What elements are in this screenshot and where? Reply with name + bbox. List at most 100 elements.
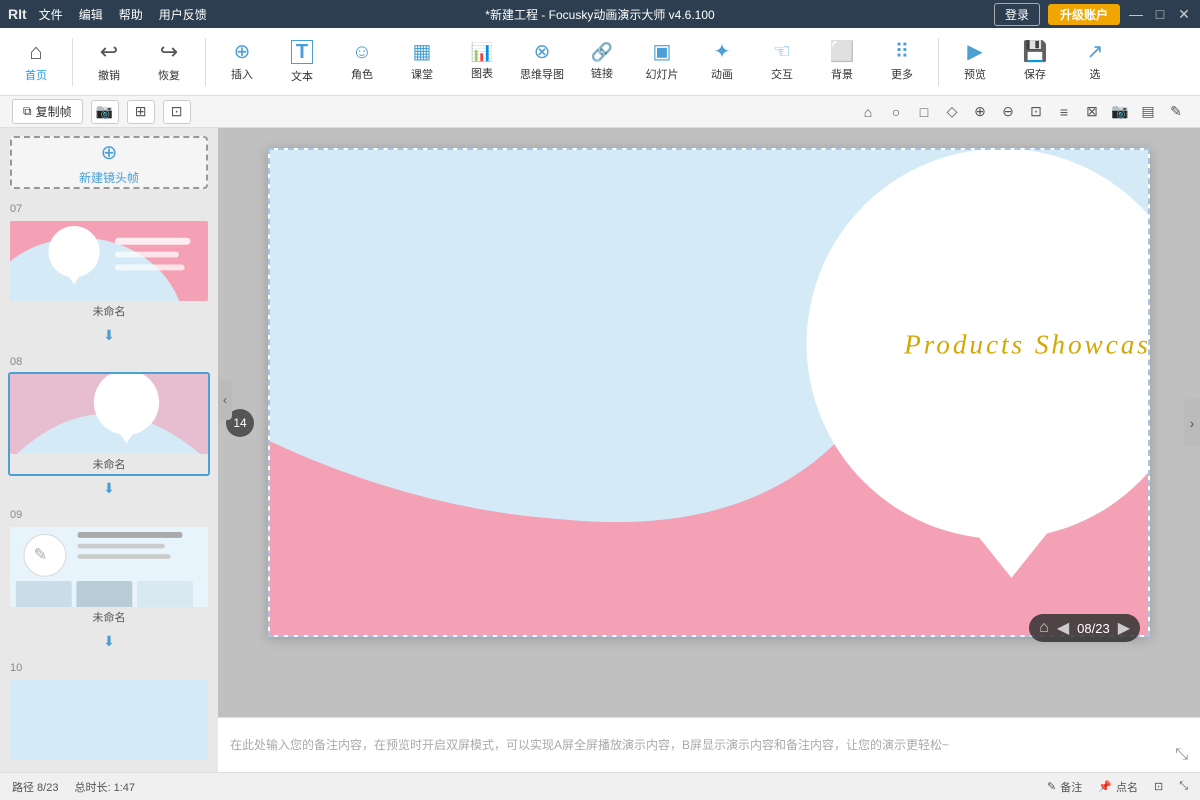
slide-connector-07: ⬇ — [0, 325, 218, 346]
toolbar-insert[interactable]: ⊕ 插入 — [214, 32, 270, 92]
select-icon: ↗ — [1087, 42, 1104, 62]
square-tool-icon[interactable]: □ — [912, 100, 936, 124]
title-bar-right: 登录 升级账户 — □ ✕ — [994, 3, 1192, 26]
expand-button[interactable]: ⤡ — [1179, 780, 1188, 793]
slide-group-07: 07 未命名 — [0, 197, 218, 350]
playback-prev-icon[interactable]: ◀ — [1057, 618, 1069, 638]
login-button[interactable]: 登录 — [994, 3, 1040, 26]
expand-icon: ⤡ — [1179, 780, 1188, 793]
title-bar-menu: 文件 编辑 帮助 用户反馈 — [39, 6, 207, 23]
note-icon: ✎ — [1047, 780, 1056, 793]
circle-tool-icon[interactable]: ○ — [884, 100, 908, 124]
menu-feedback[interactable]: 用户反馈 — [159, 6, 207, 23]
text-icon: T — [291, 40, 313, 64]
pin-button[interactable]: 📌 点名 — [1098, 779, 1138, 795]
minimize-button[interactable]: — — [1128, 6, 1144, 22]
canvas-content: 14 Products Showcase — [218, 128, 1200, 717]
notes-placeholder[interactable]: 在此处输入您的备注内容，在预览时开启双屏模式，可以实现A屏全屏播放演示内容，B屏… — [230, 736, 949, 754]
title-bar: RIt 文件 编辑 帮助 用户反馈 *新建工程 - Focusky动画演示大师 … — [0, 0, 1200, 28]
toolbar-link[interactable]: 🔗 链接 — [574, 32, 630, 92]
lock-icon[interactable]: ⊠ — [1080, 100, 1104, 124]
screenshot-button[interactable]: 📷 — [91, 100, 119, 124]
slide-item-09[interactable]: ✎ 未命名 — [8, 525, 210, 629]
playback-home-icon[interactable]: ⌂ — [1039, 619, 1049, 637]
toolbar-save[interactable]: 💾 保存 — [1007, 32, 1063, 92]
zoom-out-icon[interactable]: ⊖ — [996, 100, 1020, 124]
svg-text:✎: ✎ — [33, 546, 47, 564]
upgrade-button[interactable]: 升级账户 — [1048, 4, 1120, 25]
toolbar-chart[interactable]: 📊 图表 — [454, 32, 510, 92]
insert-icon: ⊕ — [234, 42, 251, 62]
slide-canvas[interactable]: Products Showcase — [268, 148, 1150, 637]
playback-next-icon[interactable]: ▶ — [1118, 618, 1130, 638]
redo-icon: ↪ — [160, 41, 178, 63]
notes-expand-icon[interactable]: ⤡ — [1175, 746, 1188, 764]
toolbar-home[interactable]: ⌂ 首页 — [8, 32, 64, 92]
close-button[interactable]: ✕ — [1176, 6, 1192, 22]
menu-edit[interactable]: 编辑 — [79, 6, 103, 23]
table-icon[interactable]: ▤ — [1136, 100, 1160, 124]
slide-label-09: 未命名 — [10, 607, 208, 627]
window-controls: — □ ✕ — [1128, 6, 1192, 22]
zoom-in-icon[interactable]: ⊕ — [968, 100, 992, 124]
right-panel-toggle[interactable]: › — [1184, 399, 1200, 447]
link-icon: 🔗 — [591, 43, 613, 61]
slide-number-10: 10 — [0, 660, 218, 676]
slide-connector-08: ⬇ — [0, 478, 218, 499]
toolbar-more[interactable]: ⠿ 更多 — [874, 32, 930, 92]
toolbar-redo[interactable]: ↪ 恢复 — [141, 32, 197, 92]
toolbar-text[interactable]: T 文本 — [274, 32, 330, 92]
toolbar-mindmap[interactable]: ⊗ 思维导图 — [514, 32, 570, 92]
menu-help[interactable]: 帮助 — [119, 6, 143, 23]
slide-group-08: 08 未命名 ⬇ — [0, 350, 218, 503]
slide-connector-09: ⬇ — [0, 631, 218, 652]
fullscreen-button[interactable]: ⊡ — [163, 100, 191, 124]
sidebar-collapse-button[interactable]: ‹ — [218, 380, 232, 420]
slide-label-08: 未命名 — [10, 454, 208, 474]
toolbar-preview[interactable]: ▶ 预览 — [947, 32, 1003, 92]
camera2-icon[interactable]: 📷 — [1108, 100, 1132, 124]
grid-button[interactable]: ⊞ — [127, 100, 155, 124]
playback-controls: ⌂ ◀ 08/23 ▶ — [1029, 614, 1140, 642]
toolbar-divider-2 — [205, 38, 206, 86]
toolbar-animation[interactable]: ✦ 动画 — [694, 32, 750, 92]
preview-icon: ▶ — [967, 42, 982, 62]
edit-icon[interactable]: ✎ — [1164, 100, 1188, 124]
notes-bar: 在此处输入您的备注内容，在预览时开启双屏模式，可以实现A屏全屏播放演示内容，B屏… — [218, 717, 1200, 772]
toolbar-select[interactable]: ↗ 选 — [1067, 32, 1123, 92]
status-duration: 总时长: 1:47 — [74, 779, 135, 795]
canvas-area: 14 Products Showcase — [218, 128, 1200, 772]
slide-item-07[interactable]: 未命名 — [8, 219, 210, 323]
home-icon: ⌂ — [29, 41, 42, 63]
toolbar-bg[interactable]: ⬜ 背景 — [814, 32, 870, 92]
animation-icon: ✦ — [714, 42, 731, 62]
toolbar-interact[interactable]: ☜ 交互 — [754, 32, 810, 92]
connector-down-icon-3: ⬇ — [103, 633, 115, 650]
undo-icon: ↩ — [100, 41, 118, 63]
maximize-button[interactable]: □ — [1152, 6, 1168, 22]
slide-thumb-07 — [10, 221, 208, 301]
connector-down-icon: ⬇ — [103, 327, 115, 344]
toolbar-slideshow[interactable]: ▣ 幻灯片 — [634, 32, 690, 92]
role-icon: ☺ — [352, 42, 372, 62]
slide-item-10[interactable] — [8, 678, 210, 766]
slide-number-07: 07 — [0, 201, 218, 217]
note-button[interactable]: ✎ 备注 — [1047, 779, 1082, 795]
new-frame-button[interactable]: ⊕ 新建镜头帧 — [10, 136, 208, 189]
align-icon[interactable]: ≡ — [1052, 100, 1076, 124]
toolbar-role[interactable]: ☺ 角色 — [334, 32, 390, 92]
fit-screen-button[interactable]: ⊡ — [1154, 780, 1163, 793]
mindmap-icon: ⊗ — [534, 42, 551, 62]
copy-icon: ⧉ — [23, 104, 32, 119]
diamond-tool-icon[interactable]: ◇ — [940, 100, 964, 124]
slide-item-08[interactable]: 未命名 — [8, 372, 210, 476]
copy-frame-button[interactable]: ⧉ 复制帧 — [12, 99, 83, 124]
home-canvas-icon[interactable]: ⌂ — [856, 100, 880, 124]
toolbar-undo[interactable]: ↩ 撤销 — [81, 32, 137, 92]
fit-icon[interactable]: ⊡ — [1024, 100, 1048, 124]
slide-number-08: 08 — [0, 354, 218, 370]
menu-file[interactable]: 文件 — [39, 6, 63, 23]
title-bar-left: RIt 文件 编辑 帮助 用户反馈 — [8, 6, 207, 23]
interact-icon: ☜ — [773, 42, 791, 62]
toolbar-class[interactable]: ▦ 课堂 — [394, 32, 450, 92]
